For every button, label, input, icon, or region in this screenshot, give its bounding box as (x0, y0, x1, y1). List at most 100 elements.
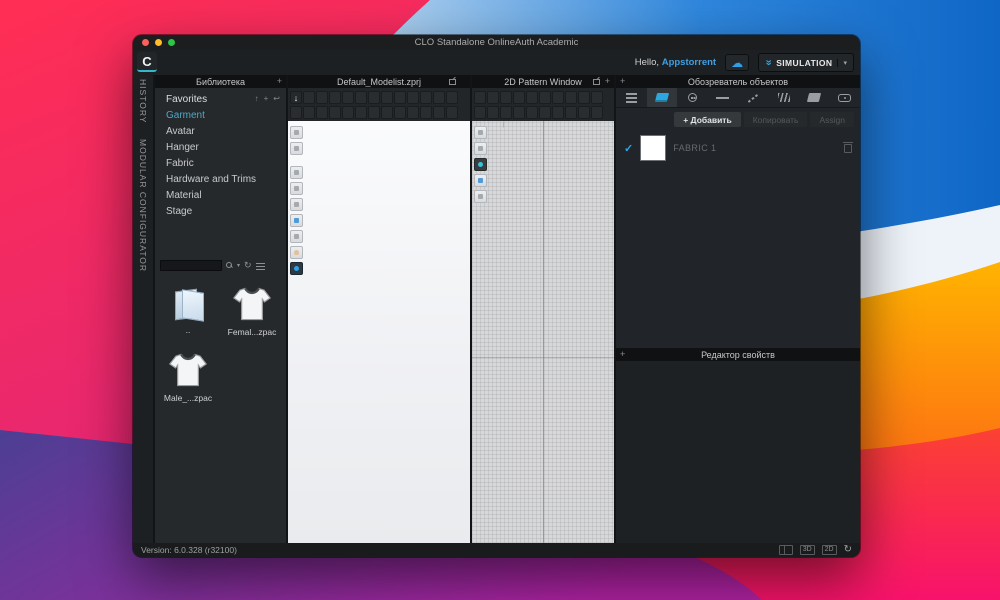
toolbar-button[interactable] (552, 91, 564, 104)
copy-fabric-button[interactable]: Копировать (744, 112, 808, 127)
tab-scene-list[interactable] (616, 88, 647, 107)
file-tile-parent-folder[interactable]: .. (163, 285, 213, 337)
undock-icon[interactable] (449, 79, 456, 85)
toolbar-button[interactable] (342, 91, 354, 104)
simulation-button[interactable]: » SIMULATION ▾ (758, 53, 854, 72)
toolbar-button[interactable] (526, 91, 538, 104)
library-item-favorites[interactable]: Favorites ↑ + ↩ (155, 91, 286, 107)
toolbar-button[interactable] (290, 106, 302, 119)
toolbar-button[interactable] (446, 91, 458, 104)
measure-tool-icon[interactable] (290, 198, 303, 211)
library-item-avatar[interactable]: Avatar (155, 123, 286, 139)
cloud-sync-button[interactable]: ☁ (725, 54, 749, 71)
avatar-display-tool-icon[interactable] (290, 142, 303, 155)
toolbar-button[interactable] (316, 106, 328, 119)
add-fabric-button[interactable]: + Добавить (674, 112, 741, 127)
maximize-button[interactable] (168, 39, 175, 46)
toolbar-button[interactable] (368, 106, 380, 119)
fabric-list-item[interactable]: ✓ FABRIC 1 (616, 130, 860, 166)
tab-topstitch[interactable] (708, 88, 739, 107)
pattern-window-tool-icon[interactable] (290, 214, 303, 227)
avatar-mannequin-tool-icon[interactable] (290, 246, 303, 259)
toolbar-button[interactable] (446, 106, 458, 119)
edit-pattern-tool-icon[interactable] (474, 126, 487, 139)
toolbar-button[interactable] (433, 106, 445, 119)
tab-stitch[interactable] (738, 88, 769, 107)
toolbar-button[interactable] (303, 106, 315, 119)
clo-logo[interactable]: C (137, 52, 157, 72)
garment-fit-tool-icon[interactable] (474, 190, 487, 203)
toolbar-button[interactable] (316, 91, 328, 104)
library-item-hardware-and-trims[interactable]: Hardware and Trims (155, 171, 286, 187)
toolbar-button[interactable] (526, 106, 538, 119)
tab-trim[interactable] (799, 88, 830, 107)
delete-fabric-icon[interactable] (844, 144, 852, 153)
toolbar-button[interactable] (578, 106, 590, 119)
toolbar-button[interactable] (407, 91, 419, 104)
simulate-tool-icon[interactable] (290, 126, 303, 139)
minimize-button[interactable] (155, 39, 162, 46)
toolbar-button[interactable] (500, 106, 512, 119)
sewing-tool-icon[interactable] (290, 182, 303, 195)
upload-icon[interactable]: ↑ (255, 95, 259, 103)
toolbar-button[interactable] (539, 106, 551, 119)
toolbar-button[interactable] (329, 91, 341, 104)
toolbar-button[interactable] (487, 106, 499, 119)
tab-puckering[interactable] (769, 88, 800, 107)
toolbar-button[interactable] (578, 91, 590, 104)
library-item-material[interactable]: Material (155, 187, 286, 203)
toolbar-button[interactable] (474, 91, 486, 104)
fabric-swatch[interactable] (640, 135, 666, 161)
library-search-input[interactable] (160, 260, 222, 271)
assign-fabric-button[interactable]: Assign (810, 112, 854, 127)
add-icon[interactable]: + (264, 95, 269, 103)
add-tab-icon[interactable]: + (605, 77, 610, 86)
toolbar-button[interactable] (433, 91, 445, 104)
2d-view-button[interactable]: 2D (822, 545, 837, 555)
account-name-link[interactable]: Appstorrent (662, 57, 716, 68)
toolbar-button[interactable] (368, 91, 380, 104)
render-globe-tool-icon[interactable] (290, 262, 303, 275)
library-item-fabric[interactable]: Fabric (155, 155, 286, 171)
toolbar-button[interactable] (381, 91, 393, 104)
back-arrow-icon[interactable]: ↩ (273, 95, 280, 103)
3d-view-button[interactable]: 3D (800, 545, 815, 555)
history-tab[interactable]: HISTORY (138, 79, 148, 123)
toolbar-button[interactable] (487, 91, 499, 104)
show-3d-overlay-toggle-icon[interactable] (474, 158, 487, 171)
fold-arrangement-tool-icon[interactable] (290, 230, 303, 243)
toolbar-button[interactable] (513, 91, 525, 104)
toolbar-button[interactable] (303, 91, 315, 104)
gizmo-arrow-button[interactable]: ↓ (290, 91, 302, 104)
toolbar-button[interactable] (342, 106, 354, 119)
transform-pattern-tool-icon[interactable] (474, 142, 487, 155)
toolbar-button[interactable] (407, 106, 419, 119)
toolbar-button[interactable] (394, 106, 406, 119)
toolbar-button[interactable] (565, 106, 577, 119)
sync-icon[interactable]: ↻ (844, 545, 852, 555)
pin-tool-icon[interactable] (290, 166, 303, 179)
toolbar-button[interactable] (420, 106, 432, 119)
search-icon[interactable] (226, 262, 233, 269)
toolbar-button[interactable] (355, 106, 367, 119)
toolbar-button[interactable] (539, 91, 551, 104)
2d-pattern-canvas[interactable] (472, 121, 614, 543)
refresh-icon[interactable]: ↻ (244, 261, 252, 270)
toolbar-button[interactable] (552, 106, 564, 119)
add-tab-icon[interactable]: + (620, 77, 625, 86)
library-item-hanger[interactable]: Hanger (155, 139, 286, 155)
tab-measure[interactable] (830, 88, 861, 107)
search-options-caret[interactable]: ▾ (237, 262, 240, 269)
pattern-piece-tool-icon[interactable] (474, 174, 487, 187)
file-tile-female-garment[interactable]: Femal...zpac (227, 285, 277, 337)
toolbar-button[interactable] (591, 91, 603, 104)
list-view-icon[interactable] (256, 262, 265, 270)
simulation-dropdown-caret[interactable]: ▾ (837, 59, 847, 67)
tab-button[interactable] (677, 88, 708, 107)
toolbar-button[interactable] (591, 106, 603, 119)
undock-icon[interactable] (593, 79, 600, 85)
file-tile-male-garment[interactable]: Male_...zpac (163, 351, 213, 403)
add-tab-icon[interactable]: + (620, 350, 625, 359)
layout-toggle-button[interactable] (779, 545, 793, 555)
toolbar-button[interactable] (394, 91, 406, 104)
